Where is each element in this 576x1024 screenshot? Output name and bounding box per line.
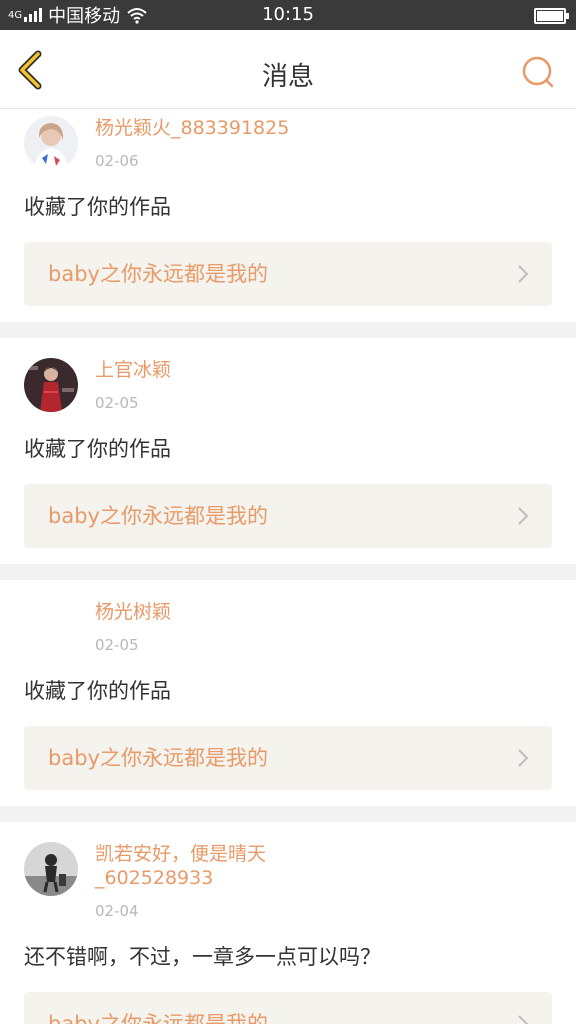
work-title: baby之你永远都是我的: [48, 1012, 268, 1024]
message-list: 杨光颖火_883391825 02-06 收藏了你的作品 baby之你永远都是我…: [0, 108, 576, 1024]
avatar[interactable]: [24, 842, 78, 896]
work-title: baby之你永远都是我的: [48, 262, 268, 286]
message-header: 凯若安好，便是晴天_602528933 02-04: [24, 822, 552, 932]
message-header: 杨光树颖 02-05: [24, 580, 552, 666]
message-card: 上官冰颖 02-05 收藏了你的作品 baby之你永远都是我的: [0, 338, 576, 564]
search-icon: [522, 56, 554, 88]
work-link[interactable]: baby之你永远都是我的: [24, 992, 552, 1024]
chevron-right-icon: [518, 749, 529, 767]
message-date: 02-04: [95, 902, 139, 920]
battery-icon: [534, 8, 569, 24]
user-name[interactable]: 杨光颖火_883391825: [95, 116, 355, 140]
search-button[interactable]: [520, 54, 556, 90]
message-card: 凯若安好，便是晴天_602528933 02-04 还不错啊，不过，一章多一点可…: [0, 822, 576, 1024]
message-card: 杨光树颖 02-05 收藏了你的作品 baby之你永远都是我的: [0, 580, 576, 806]
message-text: 收藏了你的作品: [24, 679, 171, 703]
divider: [0, 806, 576, 822]
message-text: 还不错啊，不过，一章多一点可以吗？: [24, 945, 381, 969]
avatar[interactable]: [24, 600, 78, 654]
chevron-right-icon: [518, 1015, 529, 1024]
message-date: 02-05: [95, 636, 139, 654]
work-link[interactable]: baby之你永远都是我的: [24, 484, 552, 548]
page-title: 消息: [261, 62, 314, 92]
message-date: 02-06: [95, 152, 139, 170]
chevron-right-icon: [518, 265, 529, 283]
message-text: 收藏了你的作品: [24, 195, 171, 219]
work-link[interactable]: baby之你永远都是我的: [24, 726, 552, 790]
divider: [0, 564, 576, 580]
divider: [0, 322, 576, 338]
user-name[interactable]: 杨光树颖: [95, 600, 355, 624]
user-name[interactable]: 上官冰颖: [95, 358, 355, 382]
message-text: 收藏了你的作品: [24, 437, 171, 461]
avatar[interactable]: [24, 358, 78, 412]
message-card: 杨光颖火_883391825 02-06 收藏了你的作品 baby之你永远都是我…: [0, 108, 576, 322]
status-time: 10:15: [262, 4, 314, 25]
status-bar: 4G 中国移动 10:15: [0, 0, 576, 30]
user-name[interactable]: 凯若安好，便是晴天_602528933: [95, 842, 355, 890]
work-title: baby之你永远都是我的: [48, 746, 268, 770]
chevron-right-icon: [518, 507, 529, 525]
avatar[interactable]: [24, 116, 78, 170]
work-title: baby之你永远都是我的: [48, 504, 268, 528]
message-header: 上官冰颖 02-05: [24, 338, 552, 424]
message-date: 02-05: [95, 394, 139, 412]
nav-bar: 消息: [0, 30, 576, 109]
message-header: 杨光颖火_883391825 02-06: [24, 108, 552, 182]
work-link[interactable]: baby之你永远都是我的: [24, 242, 552, 306]
